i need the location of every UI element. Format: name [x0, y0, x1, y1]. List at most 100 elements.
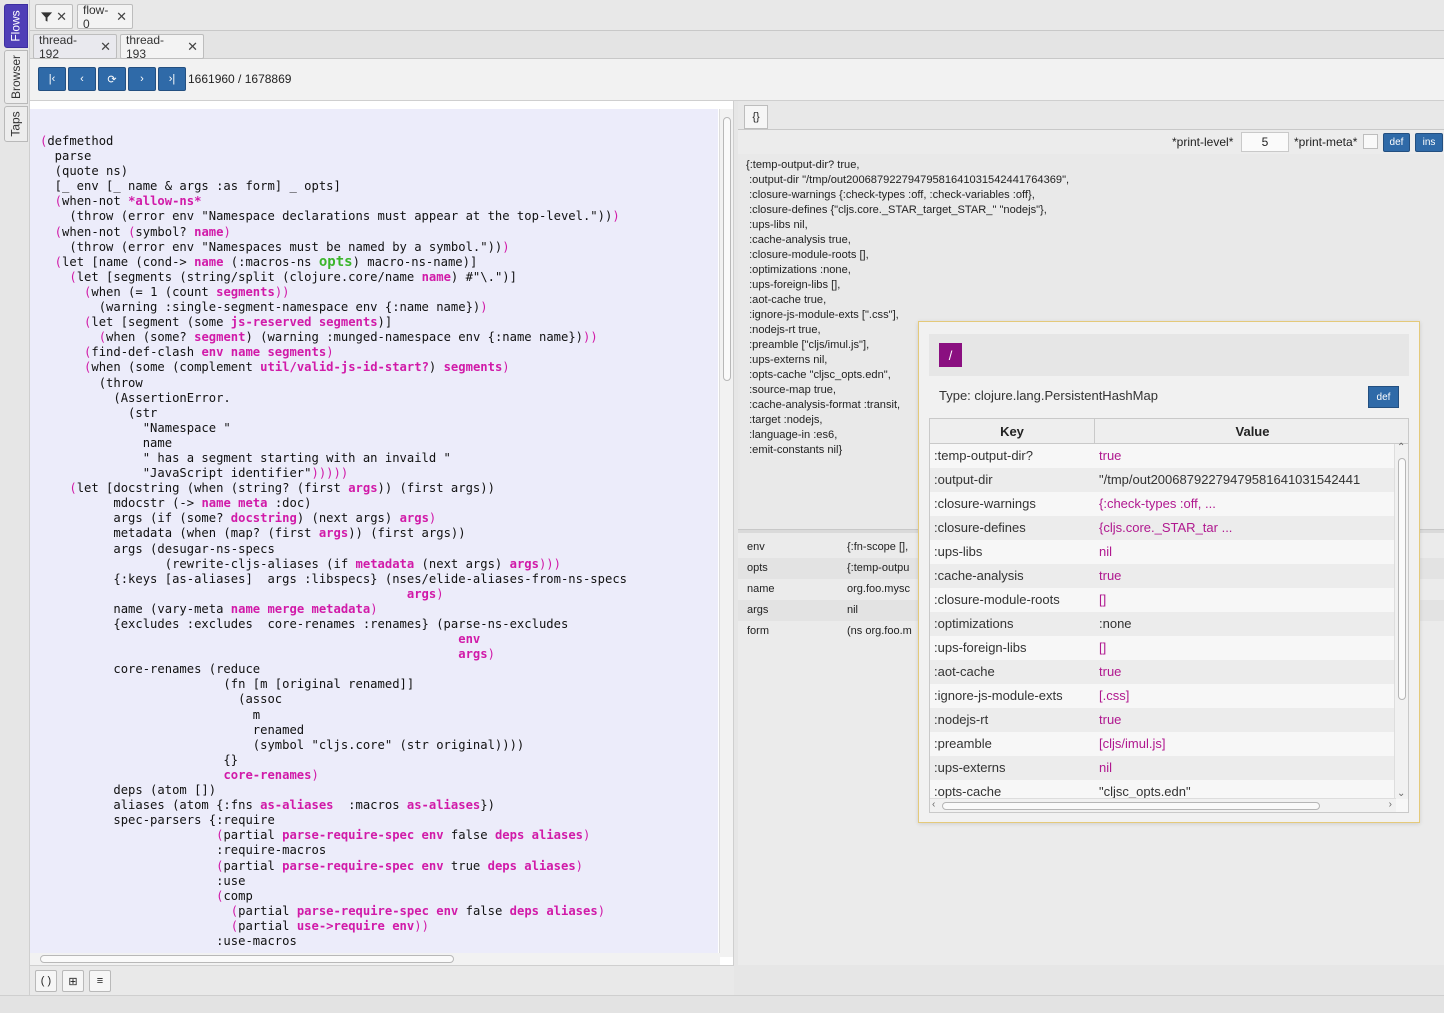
close-icon[interactable]: ✕: [116, 9, 127, 25]
code-token[interactable]: env: [458, 632, 480, 646]
code-token[interactable]: name merge metadata: [231, 602, 370, 616]
table-vertical-scrollbar[interactable]: ⌃ ⌄: [1394, 442, 1408, 799]
table-row[interactable]: :closure-defines {cljs.core._STAR_tar ...: [930, 516, 1395, 540]
first-step-button[interactable]: |‹: [38, 67, 66, 91]
key-column-header[interactable]: Key: [930, 419, 1095, 444]
table-horizontal-scrollbar[interactable]: ‹ ›: [930, 798, 1396, 812]
row-value[interactable]: []: [1099, 592, 1106, 607]
row-value[interactable]: []: [1099, 640, 1106, 655]
code-token[interactable]: (: [40, 315, 91, 329]
scroll-thumb[interactable]: [942, 802, 1320, 810]
code-token[interactable]: ): [488, 647, 495, 661]
side-tab-flows[interactable]: Flows: [4, 4, 28, 48]
def-button[interactable]: def: [1383, 133, 1410, 152]
close-icon[interactable]: ✕: [187, 39, 198, 55]
row-value[interactable]: "/tmp/out20068792279479581641031542441: [1099, 472, 1360, 487]
value-column-header[interactable]: Value: [1095, 419, 1408, 444]
code-token[interactable]: args: [348, 481, 377, 495]
code-token[interactable]: js-reserved segments: [231, 315, 378, 329]
code-token[interactable]: parse-require-spec env: [297, 904, 458, 918]
code-token[interactable]: ): [370, 602, 377, 616]
table-row[interactable]: :ups-libs nil: [930, 540, 1395, 564]
side-tab-browser[interactable]: Browser: [4, 50, 28, 104]
code-token[interactable]: (: [40, 345, 91, 359]
code-token[interactable]: )): [275, 285, 290, 299]
code-token[interactable]: (: [40, 889, 223, 903]
flow-tab[interactable]: flow-0 ✕: [77, 3, 133, 31]
code-token[interactable]: util/valid-js-id-start?: [260, 360, 429, 374]
table-row[interactable]: :ups-externs nil: [930, 756, 1395, 780]
code-token[interactable]: args: [400, 511, 429, 525]
row-value[interactable]: nil: [1099, 760, 1112, 775]
code-token[interactable]: ): [429, 511, 436, 525]
row-value[interactable]: {:check-types :off, ...: [1099, 496, 1216, 511]
row-value[interactable]: true: [1099, 712, 1121, 727]
code-token[interactable]: as-aliases: [260, 798, 333, 812]
code-token[interactable]: ): [598, 904, 605, 918]
table-row[interactable]: :nodejs-rt true: [930, 708, 1395, 732]
next-step-button[interactable]: ›: [128, 67, 156, 91]
code-token[interactable]: name meta: [201, 496, 267, 510]
code-token[interactable]: ): [502, 240, 509, 254]
table-row[interactable]: :cache-analysis true: [930, 564, 1395, 588]
code-token[interactable]: deps aliases: [488, 859, 576, 873]
code-token[interactable]: args: [458, 647, 487, 661]
code-token[interactable]: ): [612, 209, 619, 223]
close-icon[interactable]: ✕: [56, 9, 67, 25]
row-value[interactable]: [cljs/imul.js]: [1099, 736, 1165, 751]
code-token[interactable]: docstring: [231, 511, 297, 525]
code-token[interactable]: args: [319, 526, 348, 540]
code-token[interactable]: (: [40, 904, 238, 918]
code-token[interactable]: ): [576, 859, 583, 873]
code-token[interactable]: ): [436, 587, 443, 601]
inspect-button[interactable]: ins: [1415, 133, 1443, 152]
tree-view-button[interactable]: ⊞: [62, 970, 84, 992]
code-token[interactable]: args: [510, 557, 539, 571]
table-row[interactable]: :preamble [cljs/imul.js]: [930, 732, 1395, 756]
scroll-right-icon[interactable]: ›: [1389, 799, 1392, 810]
print-level-input[interactable]: 5: [1241, 132, 1289, 152]
prev-step-button[interactable]: ‹: [68, 67, 96, 91]
print-meta-checkbox[interactable]: [1363, 134, 1378, 149]
table-row[interactable]: :closure-warnings {:check-types :off, ...: [930, 492, 1395, 516]
table-row[interactable]: :optimizations:none: [930, 612, 1395, 636]
table-row[interactable]: :output-dir "/tmp/out20068792279479581641…: [930, 468, 1395, 492]
code-token[interactable]: (: [40, 270, 76, 284]
code-token[interactable]: env name segments: [201, 345, 326, 359]
row-value[interactable]: {cljs.core._STAR_tar ...: [1099, 520, 1232, 535]
row-value[interactable]: "cljsc_opts.edn": [1099, 784, 1191, 799]
code-token[interactable]: as-aliases: [407, 798, 480, 812]
code-token[interactable]: core-renames: [223, 768, 311, 782]
code-token[interactable]: (: [40, 225, 62, 239]
last-step-button[interactable]: ›|: [158, 67, 186, 91]
table-row[interactable]: :ignore-js-module-exts [.css]: [930, 684, 1395, 708]
table-row[interactable]: :temp-output-dir? true: [930, 444, 1395, 468]
thread-tab[interactable]: thread-192 ✕: [33, 33, 117, 61]
code-token[interactable]: segment: [194, 330, 245, 344]
code-token[interactable]: deps aliases: [495, 828, 583, 842]
code-token[interactable]: (: [40, 330, 106, 344]
side-tab-taps[interactable]: Taps: [4, 106, 28, 142]
root-breadcrumb-button[interactable]: /: [939, 343, 962, 367]
code-token[interactable]: (: [40, 360, 91, 374]
code-token[interactable]: ))): [539, 557, 561, 571]
code-token[interactable]: name: [194, 225, 223, 239]
code-token[interactable]: parse-require-spec env: [282, 859, 443, 873]
list-view-button[interactable]: ≡: [89, 970, 111, 992]
code-token[interactable]: (: [40, 919, 238, 933]
row-value[interactable]: nil: [1099, 544, 1112, 559]
forms-view-button[interactable]: ( ): [35, 970, 57, 992]
reload-button[interactable]: ⟳: [98, 67, 126, 91]
scroll-down-icon[interactable]: ⌄: [1397, 788, 1405, 799]
code-token[interactable]: ): [326, 345, 333, 359]
code-token[interactable]: *allow-ns*: [128, 194, 201, 208]
scroll-up-icon[interactable]: ⌃: [1397, 442, 1405, 453]
code-token[interactable]: (: [40, 285, 91, 299]
code-token[interactable]: ))))): [312, 466, 349, 480]
code-token[interactable]: ): [502, 360, 509, 374]
row-value[interactable]: :none: [1099, 616, 1132, 631]
table-row[interactable]: :aot-cache true: [930, 660, 1395, 684]
thread-tab[interactable]: thread-193 ✕: [120, 33, 204, 61]
code-token[interactable]: (: [40, 828, 223, 842]
table-row[interactable]: :closure-module-roots []: [930, 588, 1395, 612]
